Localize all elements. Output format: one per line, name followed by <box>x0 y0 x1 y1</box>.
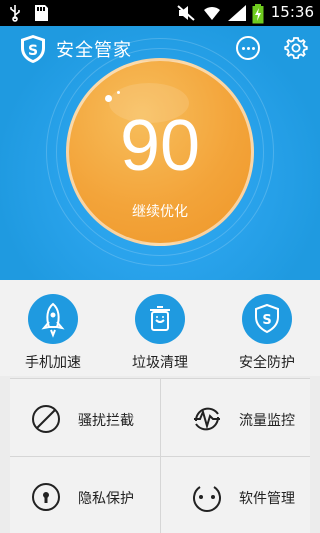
wifi-icon <box>204 6 220 21</box>
quick-action-speed-up[interactable]: 手机加速 <box>0 294 106 372</box>
more-dot <box>247 47 250 50</box>
more-dot <box>242 47 245 50</box>
quick-action-circle <box>135 294 185 344</box>
status-bar: 15:36 <box>0 0 320 26</box>
sd-card-icon <box>35 5 48 21</box>
tool-traffic-monitor[interactable]: 流量监控 <box>161 379 310 455</box>
quick-action-label: 安全防护 <box>239 355 295 371</box>
score-button[interactable]: 90 继续优化 <box>66 58 254 246</box>
settings-gear-icon[interactable] <box>284 36 308 60</box>
quick-action-circle <box>28 294 78 344</box>
clock: 15:36 <box>270 3 314 21</box>
optimize-label: 继续优化 <box>132 204 188 220</box>
shield-icon: S <box>255 303 279 334</box>
mute-icon <box>177 5 195 21</box>
tool-label: 流量监控 <box>239 413 295 429</box>
apps-icon <box>193 486 221 512</box>
wave-icon <box>194 407 220 431</box>
rocket-icon <box>41 302 65 338</box>
quick-actions: 手机加速 垃圾清理 S 安全防护 <box>0 280 320 376</box>
more-dot <box>252 47 255 50</box>
signal-icon <box>228 5 246 21</box>
score-value: 90 <box>119 106 201 186</box>
svg-text:S: S <box>28 43 38 59</box>
usb-icon <box>10 5 20 22</box>
lock-icon <box>32 483 60 511</box>
ball-sparkle <box>117 91 120 94</box>
tool-label: 骚扰拦截 <box>78 413 134 429</box>
app-logo-icon: S <box>21 35 45 63</box>
more-button[interactable] <box>236 36 260 60</box>
tool-app-manager[interactable]: 软件管理 <box>161 457 310 533</box>
tool-privacy-protect[interactable]: 隐私保护 <box>10 457 160 533</box>
trash-icon <box>150 306 170 331</box>
tools-grid: 骚扰拦截 流量监控 隐私保护 软件管理 <box>10 378 310 533</box>
header-panel: S 安全管家 90 继续优化 <box>0 26 320 280</box>
tool-harassment-block[interactable]: 骚扰拦截 <box>10 379 160 455</box>
block-icon <box>32 405 60 433</box>
quick-action-label: 垃圾清理 <box>132 355 188 371</box>
battery-charging-icon <box>252 4 264 24</box>
tool-label: 隐私保护 <box>78 491 134 507</box>
quick-action-circle: S <box>242 294 292 344</box>
quick-action-junk-clean[interactable]: 垃圾清理 <box>107 294 213 372</box>
tool-label: 软件管理 <box>239 491 295 507</box>
quick-action-label: 手机加速 <box>25 355 81 371</box>
quick-action-security[interactable]: S 安全防护 <box>214 294 320 372</box>
svg-text:S: S <box>262 313 271 328</box>
ball-sparkle <box>105 95 112 102</box>
